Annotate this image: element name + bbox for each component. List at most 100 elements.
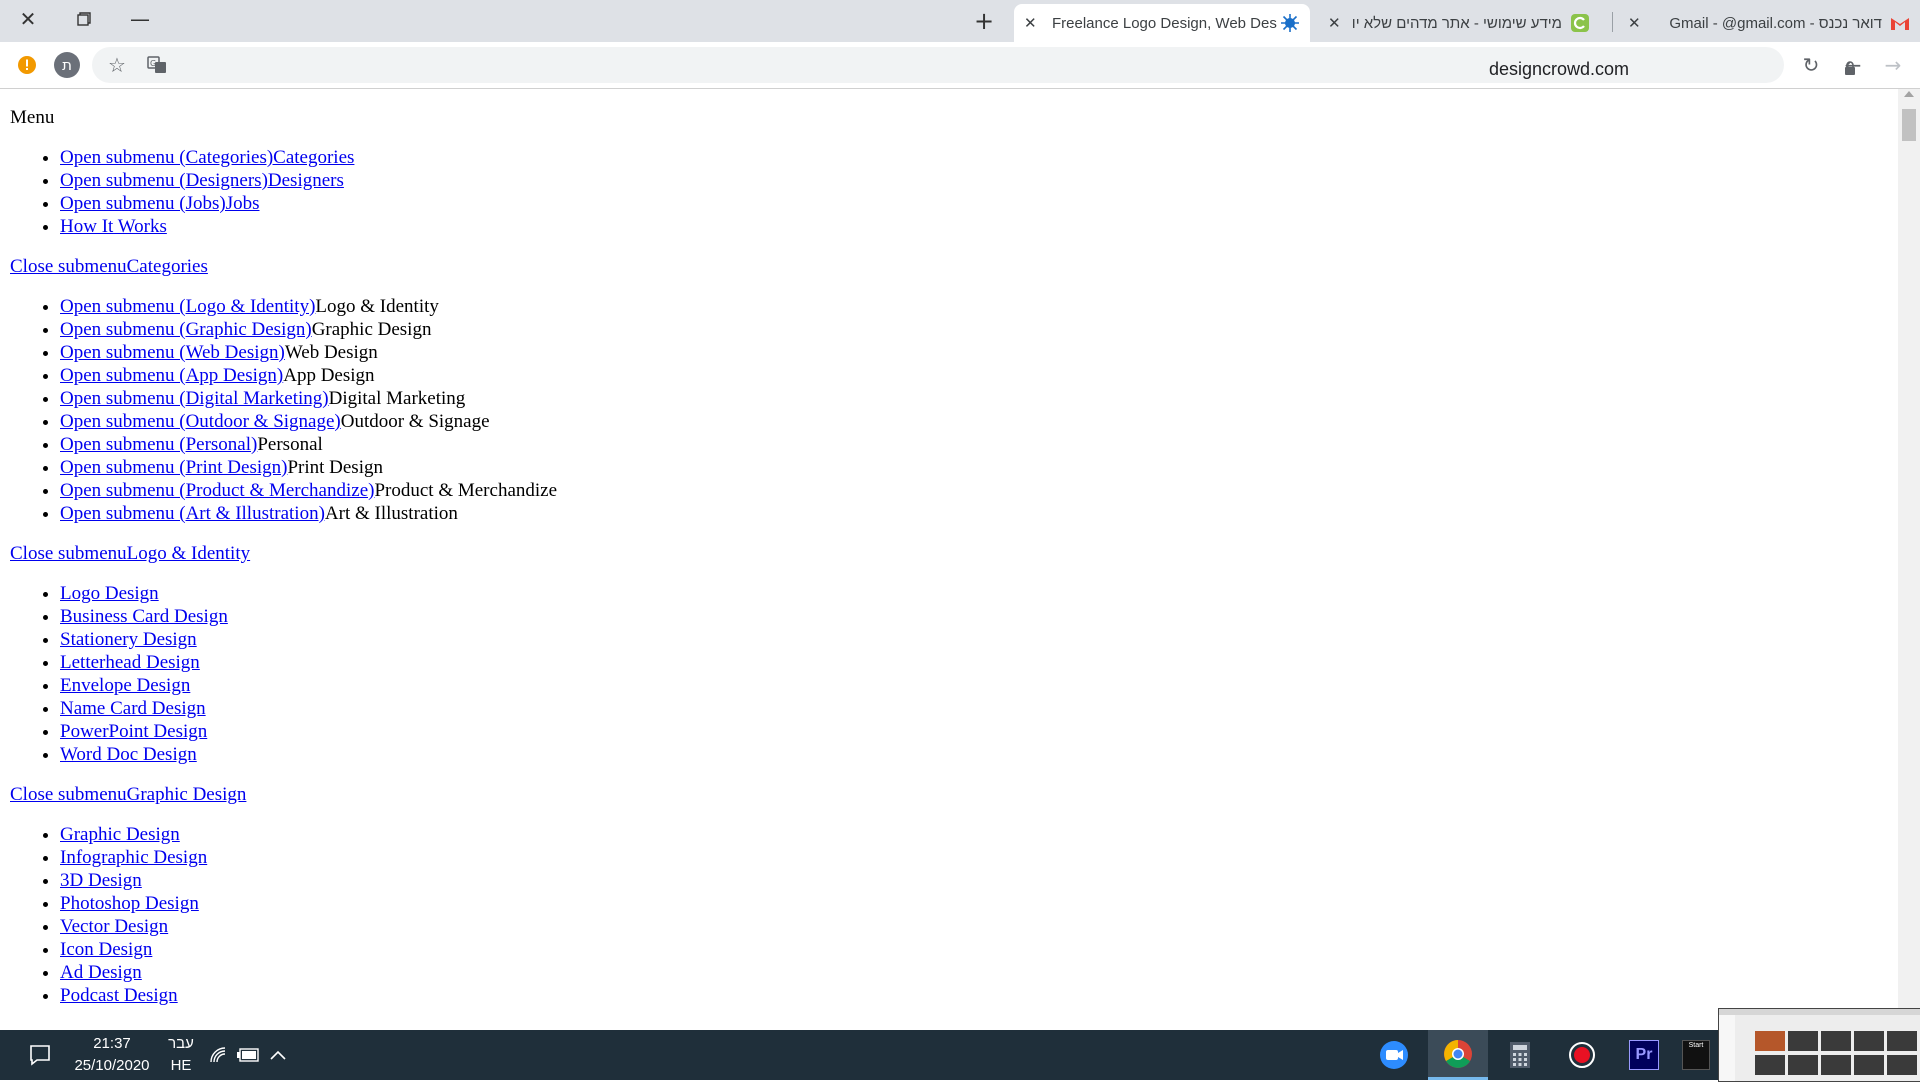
category-label: Web Design	[284, 342, 378, 363]
submenu-link[interactable]: Envelope Design	[60, 675, 190, 696]
tab-close-icon[interactable]: ✕	[1024, 14, 1044, 32]
main-menu-link[interactable]: Open submenu (Categories)Categories	[60, 147, 354, 168]
list-item: Stationery Design	[60, 628, 1888, 651]
submenu-link[interactable]: Vector Design	[60, 916, 168, 937]
star-icon: ☆	[108, 53, 126, 77]
taskbar-recorder[interactable]	[1552, 1030, 1612, 1080]
main-menu-link[interactable]: Open submenu (Jobs)Jobs	[60, 193, 260, 214]
submenu-link[interactable]: Letterhead Design	[60, 652, 200, 673]
submenu-link[interactable]: Podcast Design	[60, 985, 178, 1006]
list-item: Word Doc Design	[60, 743, 1888, 766]
open-submenu-link[interactable]: Open submenu (Product & Merchandize)	[60, 480, 374, 501]
category-label: Print Design	[287, 457, 383, 478]
main-menu-link[interactable]: How It Works	[60, 216, 167, 237]
list-item: Open submenu (Product & Merchandize)Prod…	[60, 479, 1888, 502]
clock-date: 25/10/2020	[74, 1057, 150, 1074]
clock[interactable]: 21:37 25/10/2020	[66, 1030, 158, 1080]
list-item: How It Works	[60, 215, 1888, 238]
tab-title: דואר נכנס - Gmail - @gmail.com	[1669, 14, 1882, 32]
reload-button[interactable]: ↻	[1796, 50, 1826, 80]
category-label: App Design	[283, 365, 375, 386]
list-item: Icon Design	[60, 938, 1888, 961]
submenu-header: Close submenuLogo & Identity	[10, 542, 1888, 565]
tab-useful-info[interactable]: ✕ מידע שימושי - אתר מדהים שלא יו	[1318, 4, 1600, 42]
url-text: designcrowd.com	[1488, 59, 1629, 79]
list-item: Open submenu (Designers)Designers	[60, 169, 1888, 192]
taskbar-premiere[interactable]: Pr	[1614, 1030, 1674, 1080]
submenu-link[interactable]: 3D Design	[60, 870, 142, 891]
address-bar[interactable]: ☆ G designcrowd.com	[92, 47, 1855, 83]
open-submenu-link[interactable]: Open submenu (Art & Illustration)	[60, 503, 325, 524]
minimize-window-button[interactable]: —	[112, 0, 168, 38]
open-submenu-link[interactable]: Open submenu (Graphic Design)	[60, 319, 312, 340]
window-thumbnail-preview[interactable]	[1718, 1008, 1920, 1082]
tab-designcrowd[interactable]: ✕ Freelance Logo Design, Web Des	[1014, 4, 1310, 42]
category-label: Personal	[257, 434, 323, 455]
profile-button[interactable]: ת	[52, 50, 82, 80]
close-submenu-link[interactable]: Close submenuLogo & Identity	[10, 543, 250, 564]
scrollbar-thumb[interactable]	[1902, 109, 1916, 141]
premiere-pro-icon: Pr	[1629, 1040, 1659, 1070]
warning-icon	[18, 56, 36, 74]
translate-button[interactable]: G	[142, 50, 172, 80]
close-submenu-link[interactable]: Close submenuGraphic Design	[10, 784, 246, 805]
main-menu-link[interactable]: Open submenu (Designers)Designers	[60, 170, 344, 191]
back-button[interactable]: ←	[1838, 50, 1868, 80]
bookmark-star-button[interactable]: ☆	[102, 50, 132, 80]
taskbar-start-app[interactable]: Start	[1674, 1030, 1718, 1080]
open-submenu-link[interactable]: Open submenu (Outdoor & Signage)	[60, 411, 341, 432]
battery-icon	[237, 1048, 259, 1062]
list-item: 3D Design	[60, 869, 1888, 892]
list-item: Open submenu (Logo & Identity)Logo & Ide…	[60, 295, 1888, 318]
list-item: Open submenu (Print Design)Print Design	[60, 456, 1888, 479]
new-tab-button[interactable]: +	[962, 4, 1006, 38]
submenu-link[interactable]: Photoshop Design	[60, 893, 199, 914]
tab-separator	[1612, 12, 1613, 32]
arrow-left-icon: ←	[1844, 53, 1862, 77]
submenu-link[interactable]: Graphic Design	[60, 824, 180, 845]
tab-close-icon[interactable]: ✕	[1328, 14, 1348, 32]
minimize-icon: —	[130, 7, 150, 31]
update-warning-button[interactable]	[12, 50, 42, 80]
submenu-link[interactable]: Logo Design	[60, 583, 159, 604]
open-submenu-link[interactable]: Open submenu (Digital Marketing)	[60, 388, 329, 409]
tab-gmail[interactable]: ✕ דואר נכנס - Gmail - @gmail.com	[1618, 4, 1920, 42]
tab-close-icon[interactable]: ✕	[1628, 14, 1648, 32]
battery-button[interactable]	[234, 1030, 262, 1080]
submenu-link[interactable]: PowerPoint Design	[60, 721, 207, 742]
taskbar-chrome[interactable]	[1428, 1030, 1488, 1080]
submenu-link[interactable]: Infographic Design	[60, 847, 207, 868]
close-window-button[interactable]: ✕	[0, 0, 56, 38]
list-item: Graphic Design	[60, 823, 1888, 846]
network-button[interactable]	[206, 1030, 230, 1080]
submenu-link[interactable]: Ad Design	[60, 962, 142, 983]
open-submenu-link[interactable]: Open submenu (Print Design)	[60, 457, 287, 478]
plus-icon: +	[973, 7, 995, 35]
submenu-link[interactable]: Stationery Design	[60, 629, 197, 650]
show-hidden-icons-button[interactable]	[264, 1030, 292, 1080]
language-code: HE	[170, 1057, 192, 1074]
calculator-icon	[1510, 1042, 1530, 1068]
open-submenu-link[interactable]: Open submenu (Personal)	[60, 434, 257, 455]
submenu-link[interactable]: Icon Design	[60, 939, 152, 960]
submenu-link[interactable]: Business Card Design	[60, 606, 228, 627]
submenu-link[interactable]: Name Card Design	[60, 698, 206, 719]
open-submenu-link[interactable]: Open submenu (Web Design)	[60, 342, 285, 363]
submenu-link[interactable]: Word Doc Design	[60, 744, 197, 765]
close-icon: ✕	[19, 7, 37, 31]
restore-window-button[interactable]	[56, 0, 112, 38]
avatar: ת	[54, 52, 80, 78]
list-item: Open submenu (App Design)App Design	[60, 364, 1888, 387]
list-item: Open submenu (Outdoor & Signage)Outdoor …	[60, 410, 1888, 433]
forward-button[interactable]: →	[1878, 50, 1908, 80]
taskbar-calculator[interactable]	[1490, 1030, 1550, 1080]
chrome-icon	[1444, 1039, 1472, 1068]
close-submenu-link[interactable]: Close submenuCategories	[10, 256, 208, 277]
taskbar-zoom[interactable]	[1364, 1030, 1424, 1080]
vertical-scrollbar[interactable]	[1898, 89, 1920, 1030]
language-indicator[interactable]: עבר HE	[160, 1030, 202, 1080]
open-submenu-link[interactable]: Open submenu (App Design)	[60, 365, 283, 386]
notifications-button[interactable]	[20, 1030, 60, 1080]
scroll-up-arrow-icon[interactable]	[1904, 91, 1914, 97]
open-submenu-link[interactable]: Open submenu (Logo & Identity)	[60, 296, 315, 317]
